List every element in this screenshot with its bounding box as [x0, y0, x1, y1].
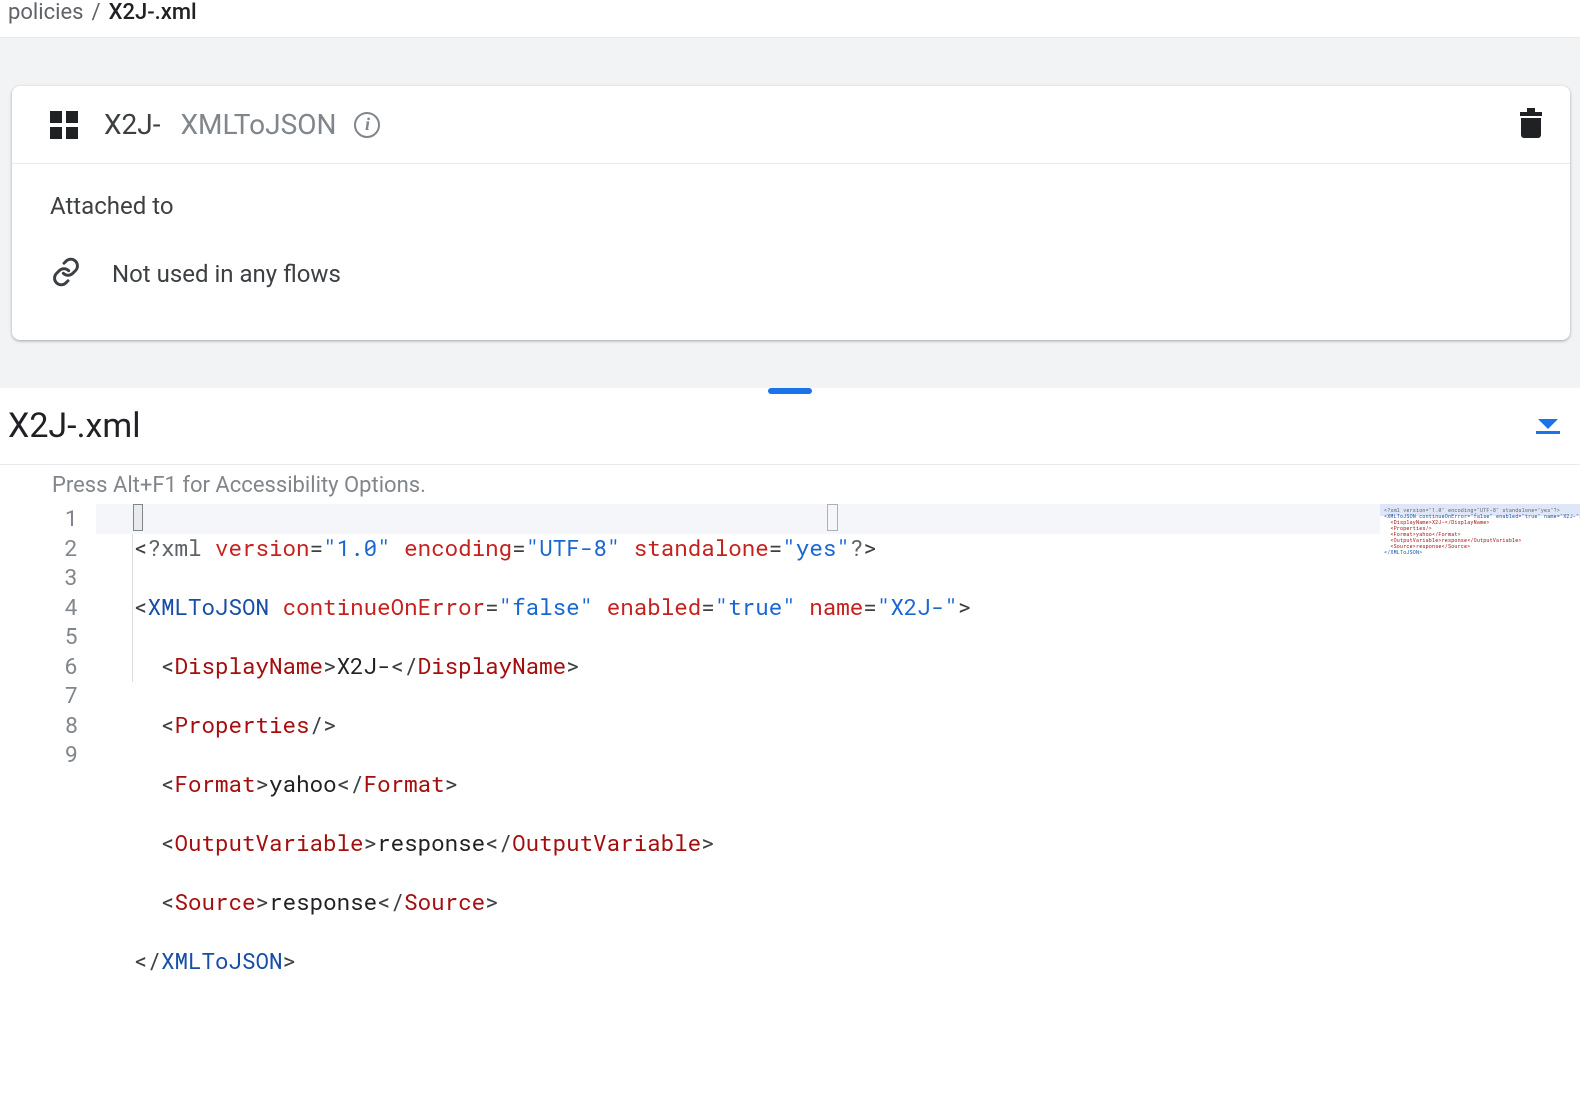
info-icon[interactable]: i	[354, 112, 380, 138]
policy-card-body: Attached to Not used in any flows	[12, 164, 1570, 340]
code-editor[interactable]: 1 2 3 4 5 6 7 8 9 <?xml version="1.0" en…	[0, 504, 1580, 1094]
editor-header: X2J-.xml	[0, 396, 1580, 465]
collapse-editor-button[interactable]	[1536, 419, 1560, 434]
attached-to-label: Attached to	[50, 192, 1532, 220]
line-number: 6	[0, 652, 78, 682]
line-number: 9	[0, 740, 78, 770]
policy-type-label: XMLToJSON	[180, 108, 336, 141]
line-number: 2	[0, 534, 78, 564]
line-number-gutter: 1 2 3 4 5 6 7 8 9	[0, 504, 96, 1094]
chevron-down-icon	[1538, 419, 1558, 429]
bracket-match-highlight	[827, 504, 838, 531]
editor-file-name: X2J-.xml	[8, 406, 141, 446]
policy-name: X2J-	[104, 108, 160, 141]
policy-summary-area: X2J- XMLToJSON i Attached to Not used in…	[0, 37, 1580, 388]
code-content[interactable]: <?xml version="1.0" encoding="UTF-8" sta…	[96, 504, 1380, 1094]
cursor	[133, 504, 143, 531]
breadcrumb-current: X2J-.xml	[109, 0, 197, 25]
line-number: 4	[0, 593, 78, 623]
panel-resize-row	[0, 388, 1580, 396]
line-number: 3	[0, 563, 78, 593]
policy-type-icon	[50, 111, 78, 139]
policy-card-header: X2J- XMLToJSON i	[12, 86, 1570, 164]
code-editor-panel: X2J-.xml Press Alt+F1 for Accessibility …	[0, 396, 1580, 1094]
minimap[interactable]: <?xml version="1.0" encoding="UTF-8" sta…	[1380, 504, 1580, 1094]
breadcrumb-separator: /	[92, 0, 101, 25]
accessibility-hint: Press Alt+F1 for Accessibility Options.	[0, 465, 1580, 504]
delete-button[interactable]	[1520, 112, 1542, 138]
breadcrumb: policies / X2J-.xml	[0, 0, 1580, 37]
flow-usage-text: Not used in any flows	[112, 260, 341, 288]
line-number: 1	[0, 504, 78, 534]
panel-resize-handle[interactable]	[768, 388, 812, 394]
line-number: 8	[0, 711, 78, 741]
breadcrumb-parent[interactable]: policies	[8, 0, 84, 25]
policy-card: X2J- XMLToJSON i Attached to Not used in…	[12, 86, 1570, 340]
link-icon	[50, 256, 82, 292]
line-number: 5	[0, 622, 78, 652]
line-number: 7	[0, 681, 78, 711]
